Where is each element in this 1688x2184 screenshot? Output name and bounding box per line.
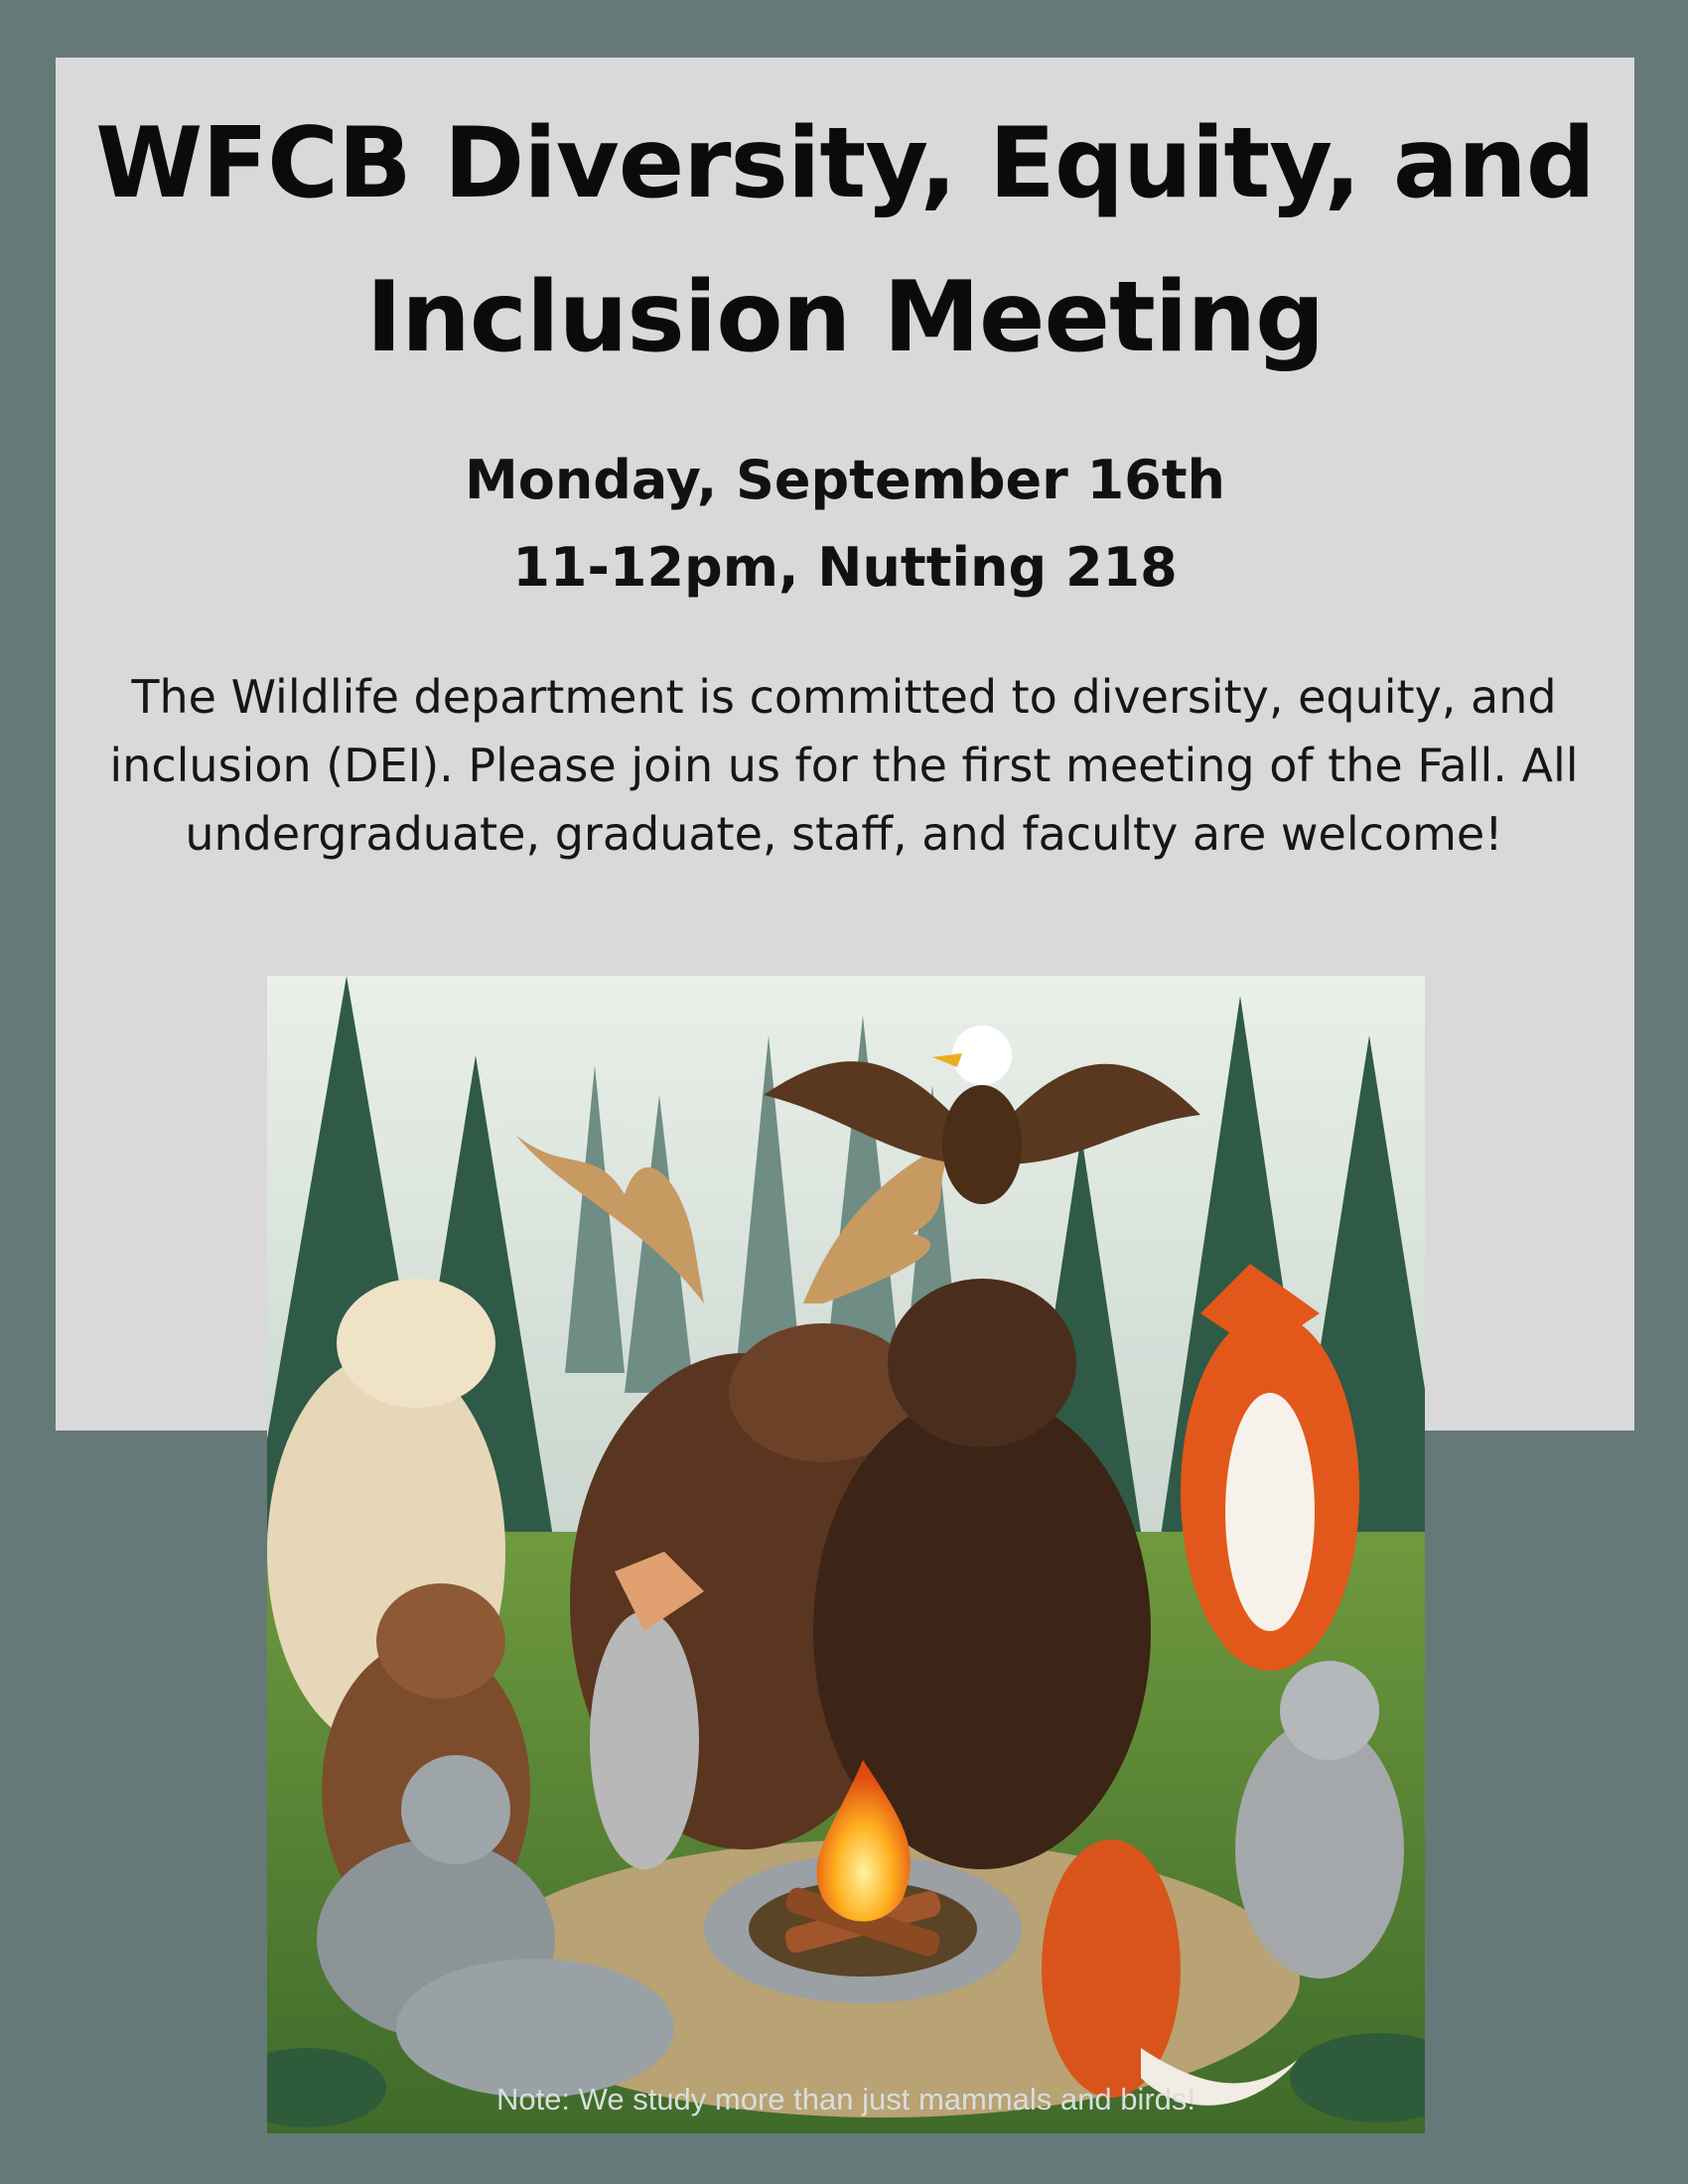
- page-title: WFCB Diversity, Equity, and Inclusion Me…: [56, 87, 1634, 395]
- illustration-note: Note: We study more than just mammals an…: [495, 2082, 1196, 2116]
- meeting-description: The Wildlife department is committed to …: [109, 670, 1579, 861]
- meeting-date: Monday, September 16th: [464, 449, 1226, 511]
- meeting-details: Monday, September 16th 11-12pm, Nutting …: [56, 437, 1634, 612]
- title-line-1: WFCB Diversity, Equity, and: [95, 107, 1596, 220]
- wildlife-campfire-illustration: [267, 976, 1425, 2133]
- meeting-time-location: 11-12pm, Nutting 218: [512, 536, 1178, 599]
- title-line-2: Inclusion Meeting: [365, 261, 1326, 374]
